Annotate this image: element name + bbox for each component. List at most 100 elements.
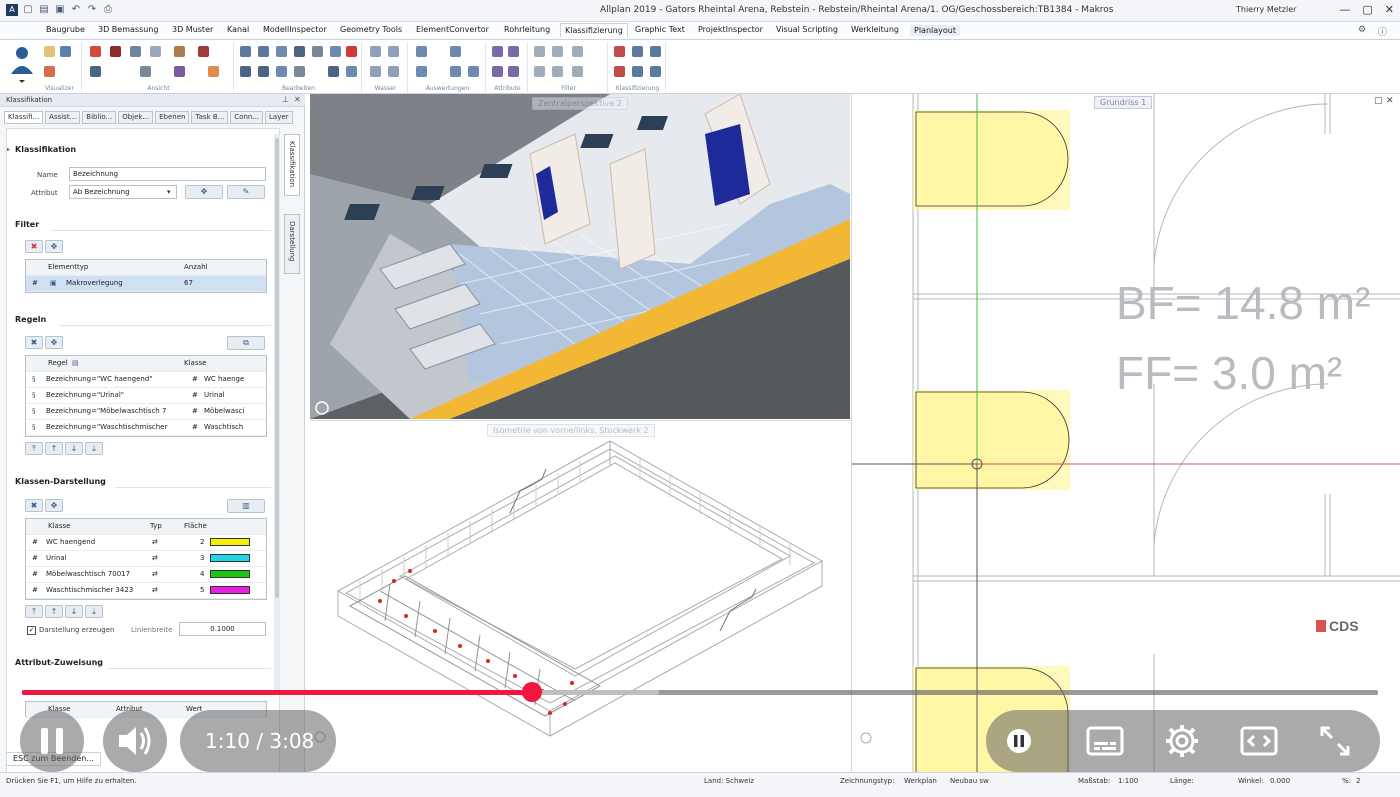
panel-scrollbar[interactable] [274, 134, 280, 694]
vtab-darstellung[interactable]: Darstellung [284, 214, 300, 274]
classify-5-icon[interactable] [632, 66, 643, 77]
edit-icon[interactable] [140, 66, 151, 77]
volume-pill[interactable] [103, 710, 167, 772]
classify-6-icon[interactable] [650, 66, 661, 77]
theater-mode-icon[interactable] [1240, 726, 1278, 756]
allplan-logo-icon[interactable]: A [6, 4, 18, 16]
delete-rule-button[interactable]: ✖ [25, 336, 43, 349]
redo-icon[interactable]: ↷ [86, 4, 98, 16]
viewport-label[interactable]: Grundriss 1 [1094, 96, 1153, 109]
table-row[interactable]: # Waschtischmischer 3423 ⇄ 5 [26, 583, 266, 599]
linienbreite-field[interactable]: 0.1000 [179, 622, 266, 636]
move-bottom-button[interactable]: ⤓ [85, 442, 103, 455]
percent-value[interactable]: 2 [1356, 777, 1360, 785]
pin-icon[interactable]: ⊥ [282, 95, 289, 104]
tab-graphic-text[interactable]: Graphic Text [635, 25, 685, 34]
color-swatch[interactable] [210, 586, 250, 594]
video-progress-knob[interactable] [521, 682, 542, 702]
tab-klassifizierung[interactable]: Klassifizierung [560, 23, 628, 37]
person-icon[interactable] [208, 66, 219, 77]
add-filter-button[interactable]: ✥ [45, 240, 63, 253]
tab-rohrleitung[interactable]: Rohrleitung [504, 25, 550, 34]
tab-3d-bemassung[interactable]: 3D Bemassung [98, 25, 158, 34]
chart-icon[interactable] [450, 66, 461, 77]
tab-modellinspector[interactable]: ModellInspector [263, 25, 327, 34]
visualizer-3-icon[interactable] [44, 66, 55, 77]
subtitles-icon[interactable] [1086, 726, 1124, 756]
angle-value[interactable]: 0.000 [1270, 777, 1290, 785]
maximize-icon[interactable]: ▢ [1362, 3, 1372, 16]
new-file-icon[interactable]: ▢ [22, 4, 34, 16]
table-icon[interactable] [416, 66, 427, 77]
pause-icon[interactable] [38, 726, 66, 756]
tab-projektinspector[interactable]: ProjektInspector [698, 25, 763, 34]
rotate-icon[interactable] [174, 66, 185, 77]
open-file-icon[interactable]: ▤ [38, 4, 50, 16]
help-icon[interactable]: ⚙ [1358, 25, 1366, 35]
list-icon[interactable] [450, 46, 461, 57]
add-attribute-button[interactable]: ✥ [185, 185, 223, 199]
explode-icon[interactable] [294, 66, 305, 77]
save-icon[interactable]: ▣ [54, 4, 66, 16]
table-row[interactable]: # Urinal ⇄ 3 [26, 551, 266, 567]
scrollbar-thumb[interactable] [275, 138, 279, 598]
hatch-icon[interactable] [346, 66, 357, 77]
shower-icon[interactable] [388, 66, 399, 77]
isometric-viewport[interactable]: Isometrie von vorne/links, Stockwerk 2 [310, 420, 850, 750]
filter-3-icon[interactable] [572, 46, 583, 57]
attribute-2-icon[interactable] [508, 46, 519, 57]
viewport-label[interactable]: Zentralperspektive 2 [532, 97, 628, 110]
add-rule-button[interactable]: ✥ [45, 336, 63, 349]
table-row[interactable]: # ▣ Makroverlegung 67 [26, 276, 266, 292]
filter-icon[interactable] [534, 46, 545, 57]
move-down-button[interactable]: ↓ [65, 442, 83, 455]
tab-werkleitung[interactable]: Werkleitung [851, 25, 899, 34]
stretch-icon[interactable] [312, 46, 323, 57]
vtab-klassifikation[interactable]: Klassifikation [284, 134, 300, 196]
attribute-icon[interactable] [492, 46, 503, 57]
user-icon[interactable] [8, 44, 36, 84]
name-field[interactable]: Bezeichnung [69, 167, 266, 181]
tab-kanal[interactable]: Kanal [227, 25, 249, 34]
rule-options-button[interactable]: ⧉ [227, 336, 265, 350]
viewport-maximize-icon[interactable]: ▢ [1374, 96, 1383, 106]
delete-class-button[interactable]: ✖ [25, 499, 43, 512]
mirror-icon[interactable] [258, 46, 269, 57]
attribute-3-icon[interactable] [492, 66, 503, 77]
tab-elementconvertor[interactable]: ElementConvertor [416, 25, 489, 34]
table-row[interactable]: # Möbelwaschtisch 70017 ⇄ 4 [26, 567, 266, 583]
wc-icon[interactable] [370, 66, 381, 77]
minimize-icon[interactable]: — [1339, 3, 1350, 16]
line-icon[interactable] [110, 46, 121, 57]
polyline-icon[interactable] [198, 46, 209, 57]
darstellung-checkbox[interactable]: ✓ [27, 626, 36, 635]
panel-close-icon[interactable]: ✕ [294, 95, 301, 104]
table-row[interactable]: § Bezeichnung="Waschtischmischer # Wasch… [26, 420, 266, 436]
settings-icon[interactable] [1164, 723, 1200, 759]
filter-5-icon[interactable] [552, 66, 563, 77]
trim-icon[interactable] [330, 46, 341, 57]
table-row[interactable]: § Bezeichnung="Urinal" # Urinal [26, 388, 266, 404]
filter-4-icon[interactable] [534, 66, 545, 77]
report-icon[interactable] [416, 46, 427, 57]
color-swatch[interactable] [210, 538, 250, 546]
table-row[interactable]: § Bezeichnung="Möbelwaschtisch 7 # Möbel… [26, 404, 266, 420]
delete-icon[interactable] [346, 46, 357, 57]
info-icon[interactable]: ⓘ [1378, 25, 1387, 38]
panel-tab-layer[interactable]: Layer [265, 111, 293, 124]
join-icon[interactable] [258, 66, 269, 77]
move-bottom-button[interactable]: ⤓ [85, 605, 103, 618]
chevron-down-icon[interactable]: ▾ [167, 188, 171, 196]
fullscreen-icon[interactable] [1318, 724, 1352, 758]
delete-filter-button[interactable]: ✖ [25, 240, 43, 253]
volume-icon[interactable] [115, 723, 155, 759]
classify-4-icon[interactable] [614, 66, 625, 77]
pipe-icon[interactable] [388, 46, 399, 57]
plan-viewport[interactable]: BF= 14.8 m² FF= 3.0 m² Grundriss 1 ▢ ✕ C… [851, 94, 1400, 774]
table-row[interactable]: # WC haengend ⇄ 2 [26, 535, 266, 551]
array-icon[interactable] [276, 46, 287, 57]
table-row[interactable]: § Bezeichnung="WC haengend" # WC haenge [26, 372, 266, 388]
scale-icon[interactable] [240, 66, 251, 77]
panel-tab-objekte[interactable]: Objek... [118, 111, 154, 124]
undo-icon[interactable]: ↶ [70, 4, 82, 16]
